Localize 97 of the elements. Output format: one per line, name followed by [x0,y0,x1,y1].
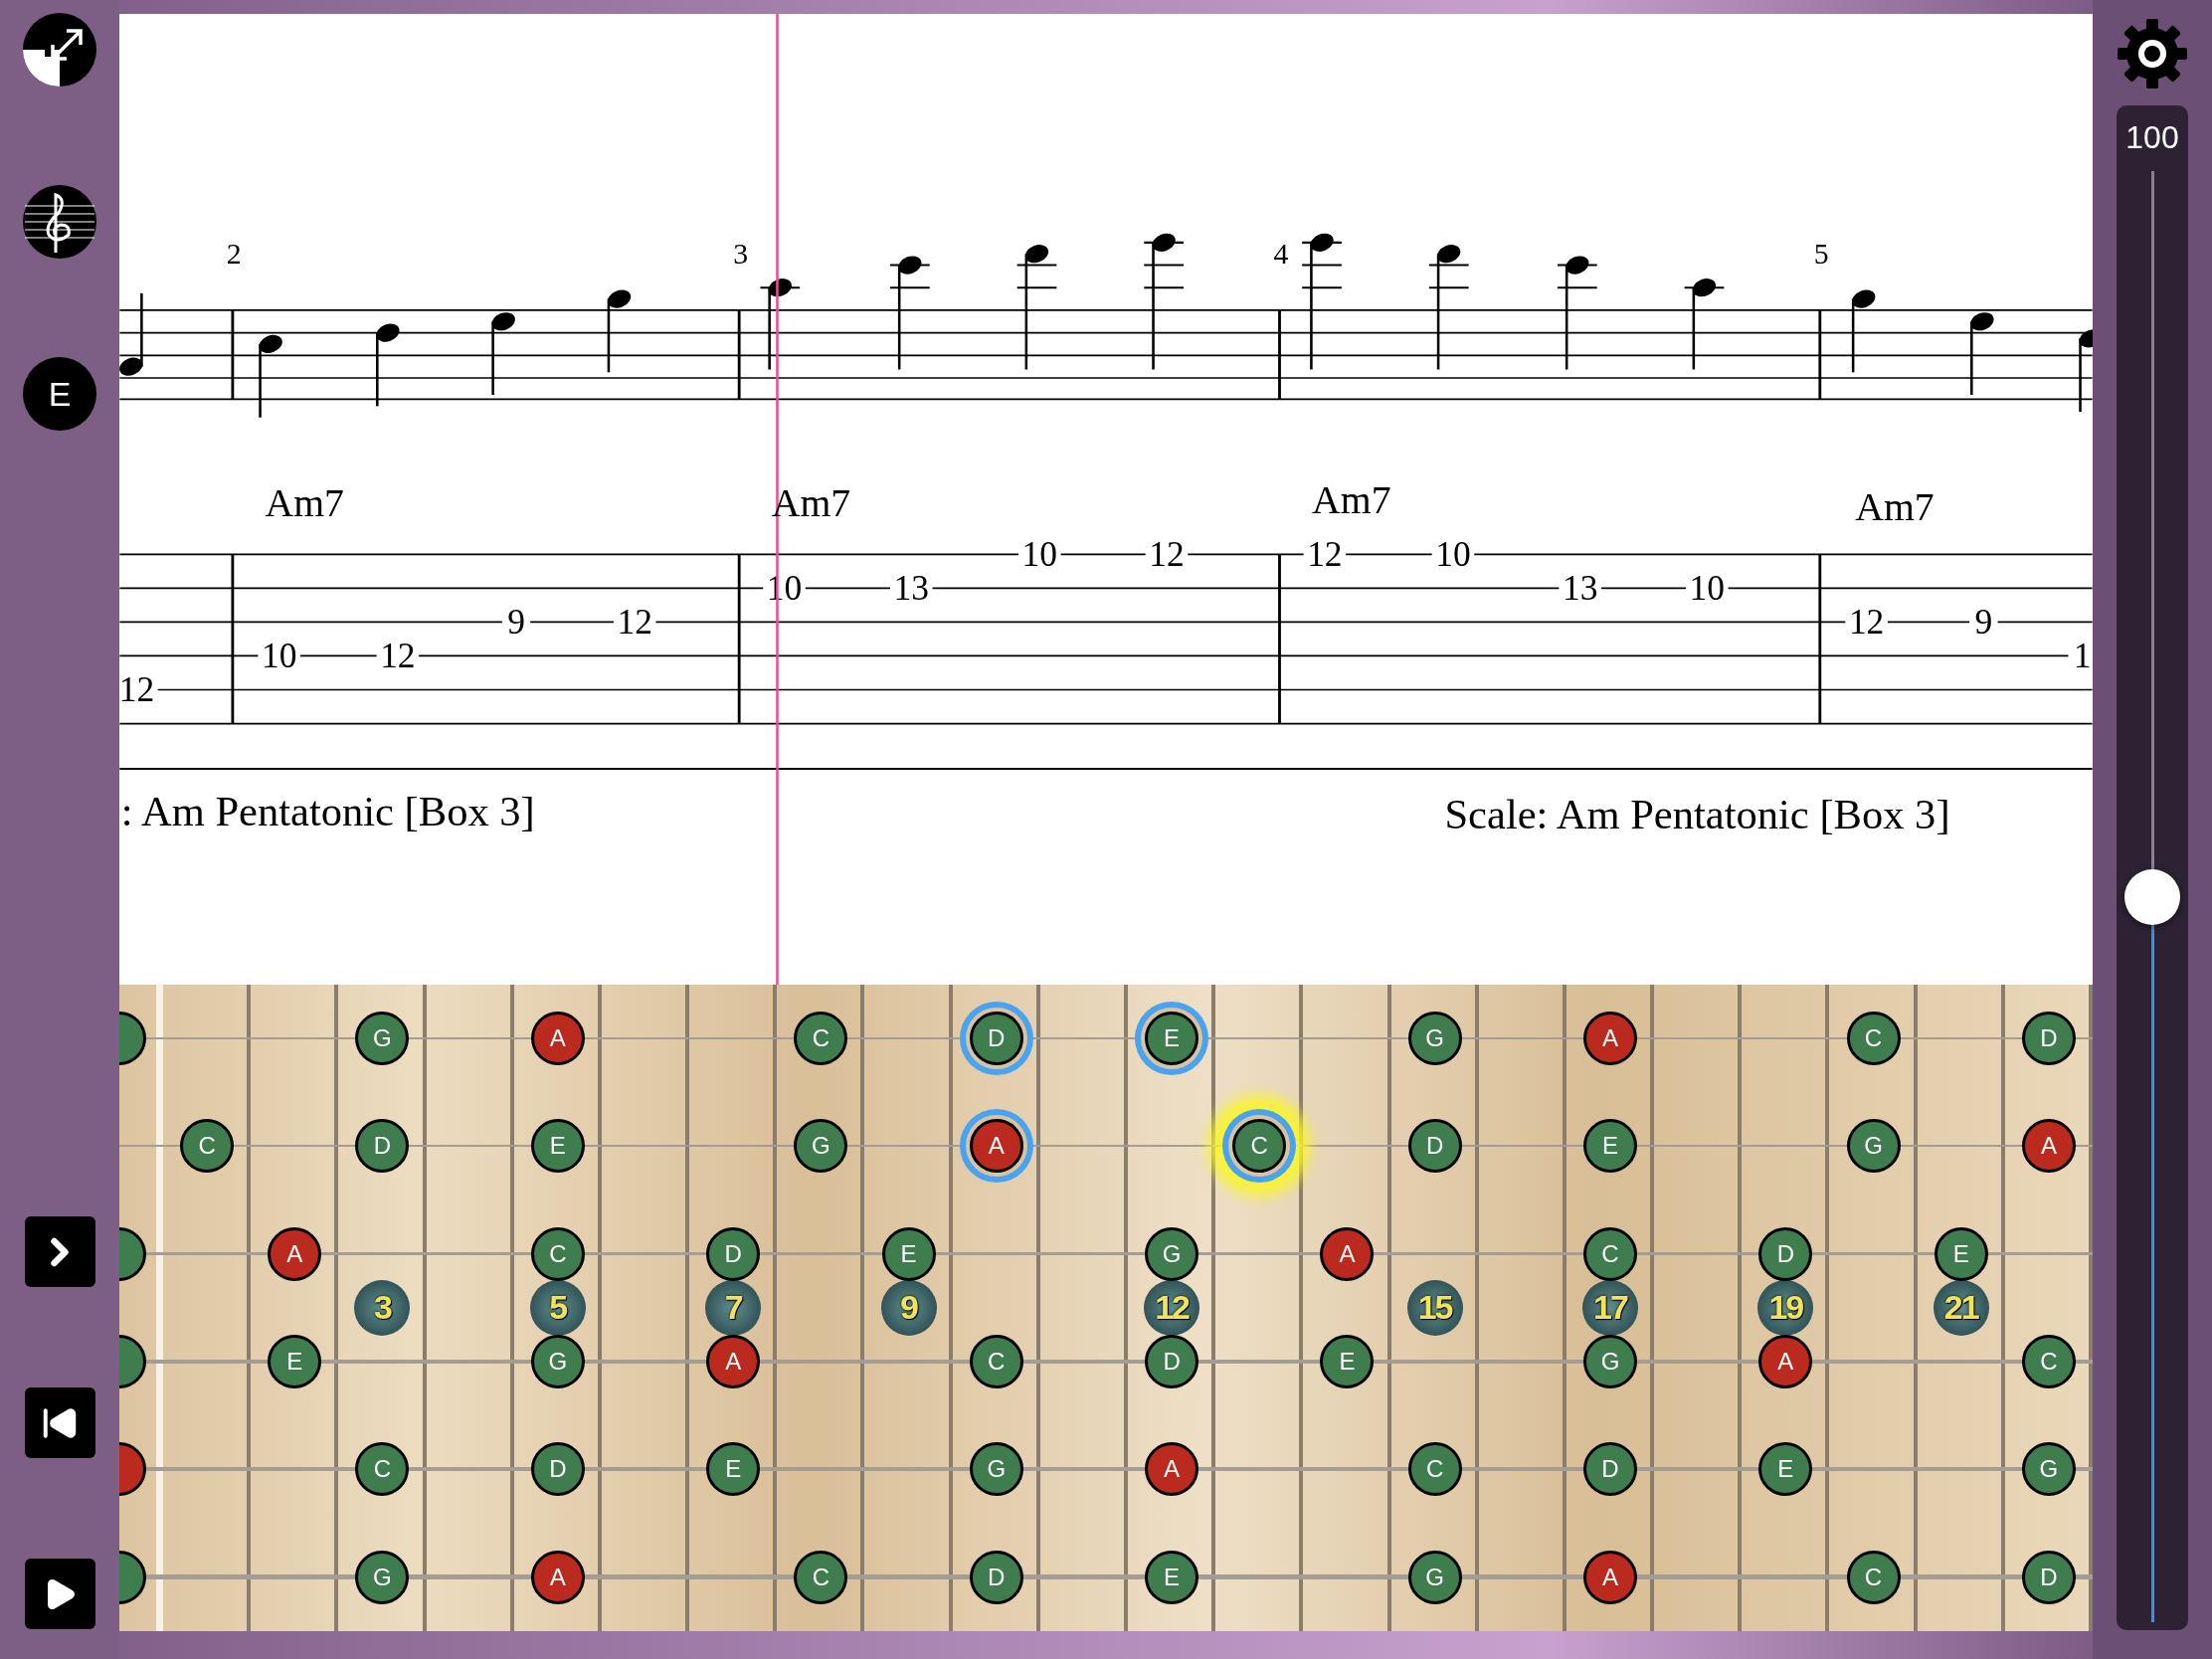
tab-number: 10 [1689,567,1726,608]
note-marker[interactable]: G [969,1442,1023,1497]
play-button[interactable] [24,1559,95,1629]
measure-number: 5 [1813,237,1829,271]
note-marker[interactable]: C [794,1550,848,1604]
note-marker[interactable]: A [1145,1442,1199,1497]
note-marker[interactable]: G [794,1119,848,1174]
chord-name: Am7 [1312,478,1391,523]
tab-number: 9 [1974,601,1993,642]
note-marker[interactable]: C [1846,1550,1901,1604]
fret-marker: 19 [1757,1280,1814,1336]
note-marker[interactable]: C [1407,1442,1462,1497]
note-marker[interactable]: D [969,1550,1023,1604]
note-marker[interactable]: C [355,1442,410,1497]
note-marker[interactable]: G [355,1012,410,1066]
settings-button[interactable] [2116,17,2189,91]
fret-marker: 5 [529,1280,586,1336]
note-marker[interactable]: E [268,1335,322,1389]
tab-number: 12 [617,601,652,642]
note-marker[interactable]: D [706,1226,761,1281]
note-marker[interactable]: G [1846,1119,1901,1174]
note-marker[interactable]: A [1320,1226,1375,1281]
rewind-button[interactable] [24,1387,95,1458]
expand-icon [23,13,96,87]
tab-number: 13 [893,567,929,608]
note-marker[interactable]: E [706,1442,761,1497]
note-marker[interactable]: E [881,1226,936,1281]
tab-number: 12 [380,635,416,675]
fret-marker: 12 [1144,1280,1200,1336]
note-marker[interactable]: D [1583,1442,1637,1497]
note-marker[interactable]: C [969,1335,1023,1389]
notation-button[interactable] [23,185,96,259]
note-marker[interactable]: C [794,1012,848,1066]
note-marker[interactable]: A [530,1550,585,1604]
slider-thumb[interactable] [2124,868,2180,925]
note-marker[interactable]: G [530,1335,585,1389]
note-marker[interactable]: E [530,1119,585,1174]
note-marker[interactable]: D [1407,1119,1462,1174]
note-marker[interactable]: C [530,1226,585,1281]
note-marker[interactable]: A [268,1226,322,1281]
tab-number: 13 [1562,567,1598,608]
fret-marker: 17 [1582,1280,1638,1336]
fret-marker: 7 [705,1280,762,1336]
treble-clef-icon [23,185,96,259]
note-marker[interactable]: E [1320,1335,1375,1389]
note-marker[interactable]: A [2021,1119,2076,1174]
tab-number: 10 [261,635,297,675]
note-marker[interactable]: G [1583,1335,1637,1389]
settings-icon [2116,17,2189,91]
tab-number: 12 [1307,533,1343,574]
tab-number: 9 [507,601,525,642]
note-marker[interactable]: E [1758,1442,1813,1497]
note-marker[interactable]: C [1846,1012,1901,1066]
note-marker[interactable]: G [1407,1012,1462,1066]
fret-marker: 15 [1406,1280,1463,1336]
note-marker[interactable]: D [2021,1550,2076,1604]
note-marker[interactable]: D [2021,1012,2076,1066]
fullscreen-button[interactable] [23,13,96,87]
note-marker[interactable]: A [530,1012,585,1066]
note-marker[interactable]: D [1758,1226,1813,1281]
fret-marker: 9 [880,1280,937,1336]
note-marker[interactable]: E [1145,1550,1199,1604]
scale-label: Scale: Am Pentatonic [Box 3] [1444,790,1950,837]
tab-number: 12 [119,668,155,709]
note-marker[interactable]: A [1758,1335,1813,1389]
tab-number: 12 [1848,601,1885,642]
measure-number: 2 [226,237,242,271]
key-button[interactable]: E [23,357,96,431]
chord-name: Am7 [1855,485,1935,530]
note-marker[interactable]: D [1145,1335,1199,1389]
scale-label: : Am Pentatonic [Box 3] [120,787,535,834]
measure-number: 4 [1273,237,1289,271]
note-marker[interactable]: C [2021,1335,2076,1389]
note-marker[interactable]: D [355,1119,410,1174]
note-marker[interactable]: G [2021,1442,2076,1497]
volume-value: 100 [2125,118,2179,157]
note-marker[interactable]: G [1145,1226,1199,1281]
note-marker[interactable]: A [1583,1012,1637,1066]
tab-number: 1 [2073,635,2092,675]
note-marker[interactable]: A [706,1335,761,1389]
chord-name: Am7 [265,481,344,525]
note-marker[interactable]: C [1583,1226,1637,1281]
measure-number: 3 [733,237,749,271]
note-marker[interactable]: E [1934,1226,1988,1281]
volume-slider[interactable] [2124,171,2180,1622]
note-marker[interactable]: G [355,1550,410,1604]
tab-number: 12 [1149,533,1185,574]
next-button[interactable] [24,1216,95,1287]
fret-marker: 21 [1933,1280,1989,1336]
note-marker[interactable]: G [1407,1550,1462,1604]
note-marker[interactable]: E [1583,1119,1637,1174]
note-marker[interactable]: C [180,1119,235,1174]
note-marker[interactable]: A [1583,1550,1637,1604]
note-marker[interactable]: D [530,1442,585,1497]
fret-marker: 3 [354,1280,411,1336]
tab-number: 10 [1435,533,1471,574]
tab-number: 10 [1021,533,1058,574]
